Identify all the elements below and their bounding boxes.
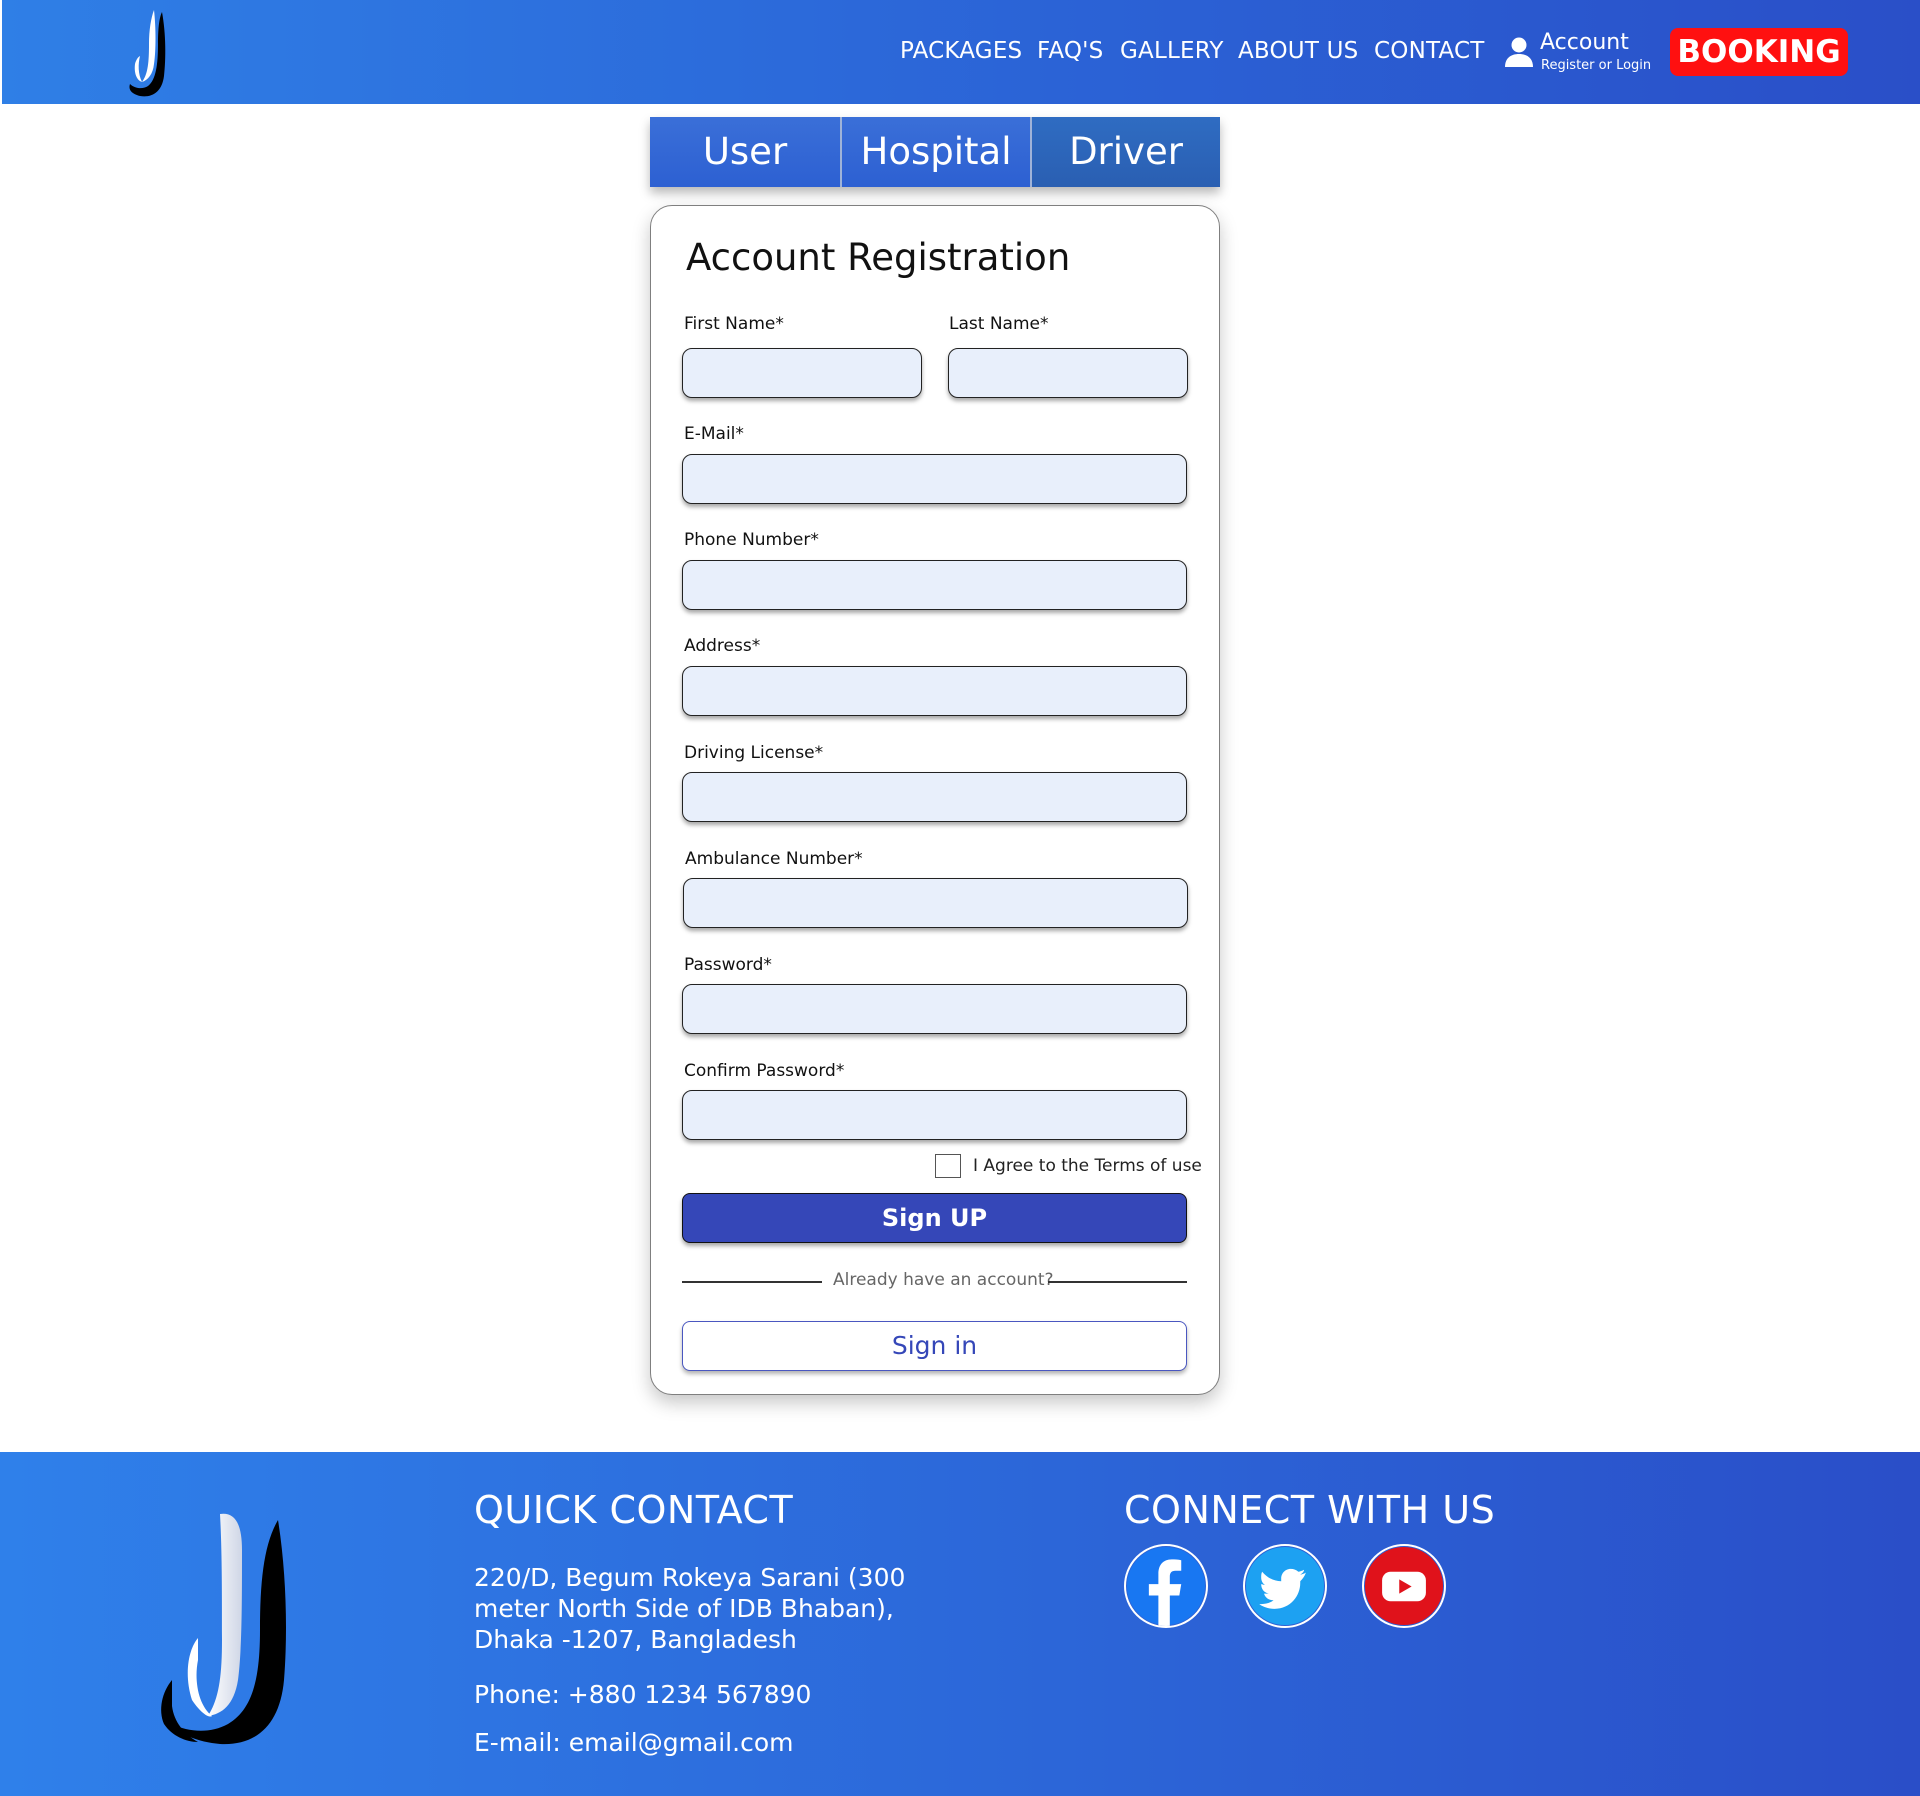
footer-brand-logo xyxy=(161,1513,286,1745)
tab-user[interactable]: User xyxy=(650,117,840,187)
account-subtitle: Register or Login xyxy=(1541,58,1652,73)
ambulance-number-field[interactable] xyxy=(683,878,1188,928)
nav-faqs[interactable]: FAQ'S xyxy=(1037,38,1103,64)
password-field[interactable] xyxy=(682,984,1187,1034)
booking-button[interactable]: BOOKING xyxy=(1670,28,1848,76)
last-name-field[interactable] xyxy=(948,348,1188,398)
address-field[interactable] xyxy=(682,666,1187,716)
sign-up-button[interactable]: Sign UP xyxy=(682,1193,1187,1243)
account-title: Account xyxy=(1540,30,1629,55)
footer-phone: Phone: +880 1234 567890 xyxy=(474,1680,812,1709)
account-menu[interactable]: Account Register or Login xyxy=(1504,30,1654,80)
terms-checkbox[interactable] xyxy=(935,1154,961,1178)
confirm-password-label: Confirm Password* xyxy=(684,1061,845,1081)
phone-label: Phone Number* xyxy=(684,530,819,550)
nav-contact[interactable]: CONTACT xyxy=(1374,38,1484,64)
already-have-account-text: Already have an account? xyxy=(833,1270,1054,1290)
driving-license-field[interactable] xyxy=(682,772,1187,822)
last-name-label: Last Name* xyxy=(949,314,1049,334)
email-label: E-Mail* xyxy=(684,424,744,444)
registration-type-tabs: User Hospital Driver xyxy=(650,117,1220,187)
phone-field[interactable] xyxy=(682,560,1187,610)
quick-contact-heading: QUICK CONTACT xyxy=(474,1488,794,1532)
user-icon xyxy=(1505,37,1533,67)
nav-packages[interactable]: PACKAGES xyxy=(900,38,1022,64)
sign-in-button[interactable]: Sign in xyxy=(682,1321,1187,1371)
confirm-password-field[interactable] xyxy=(682,1090,1187,1140)
footer-address: 220/D, Begum Rokeya Sarani (300 meter No… xyxy=(474,1563,906,1654)
registration-card: Account Registration First Name* Last Na… xyxy=(650,205,1220,1395)
facebook-icon[interactable] xyxy=(1124,1544,1208,1628)
password-label: Password* xyxy=(684,955,772,975)
tab-driver[interactable]: Driver xyxy=(1030,117,1220,187)
tab-hospital[interactable]: Hospital xyxy=(840,117,1030,187)
ambulance-number-label: Ambulance Number* xyxy=(685,849,863,869)
driving-license-label: Driving License* xyxy=(684,743,824,763)
terms-label: I Agree to the Terms of use xyxy=(973,1156,1202,1176)
form-title: Account Registration xyxy=(686,236,1071,279)
site-footer: QUICK CONTACT 220/D, Begum Rokeya Sarani… xyxy=(0,1452,1920,1796)
first-name-label: First Name* xyxy=(684,314,784,334)
connect-heading: CONNECT WITH US xyxy=(1124,1488,1496,1532)
site-header: PACKAGES FAQ'S GALLERY ABOUT US CONTACT … xyxy=(2,0,1920,104)
address-label: Address* xyxy=(684,636,761,656)
twitter-icon[interactable] xyxy=(1243,1544,1327,1628)
terms-agreement[interactable]: I Agree to the Terms of use xyxy=(935,1154,1202,1180)
divider-right xyxy=(1048,1281,1187,1283)
first-name-field[interactable] xyxy=(682,348,922,398)
divider-left xyxy=(682,1281,822,1283)
nav-about-us[interactable]: ABOUT US xyxy=(1238,38,1358,64)
footer-email: E-mail: email@gmail.com xyxy=(474,1728,794,1757)
youtube-icon[interactable] xyxy=(1362,1544,1446,1628)
nav-gallery[interactable]: GALLERY xyxy=(1120,38,1224,64)
brand-logo[interactable] xyxy=(114,4,186,100)
email-field[interactable] xyxy=(682,454,1187,504)
